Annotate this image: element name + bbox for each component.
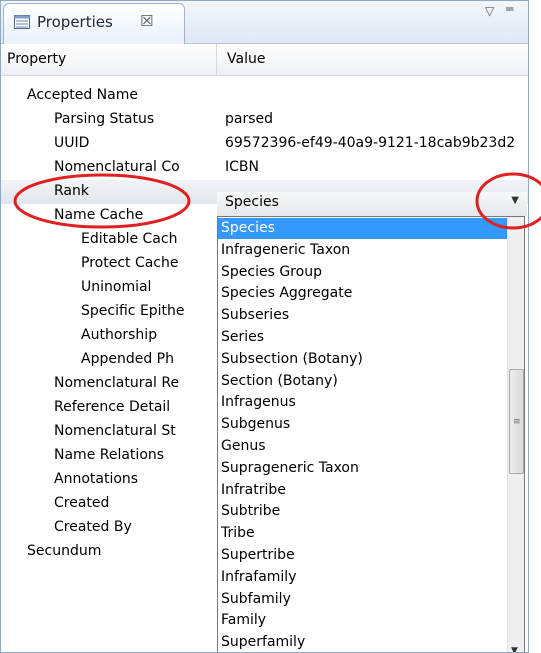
annotation-overlay: [13, 172, 541, 230]
arrow-highlight-ellipse: [475, 172, 541, 230]
rank-highlight-ellipse: [13, 173, 191, 229]
